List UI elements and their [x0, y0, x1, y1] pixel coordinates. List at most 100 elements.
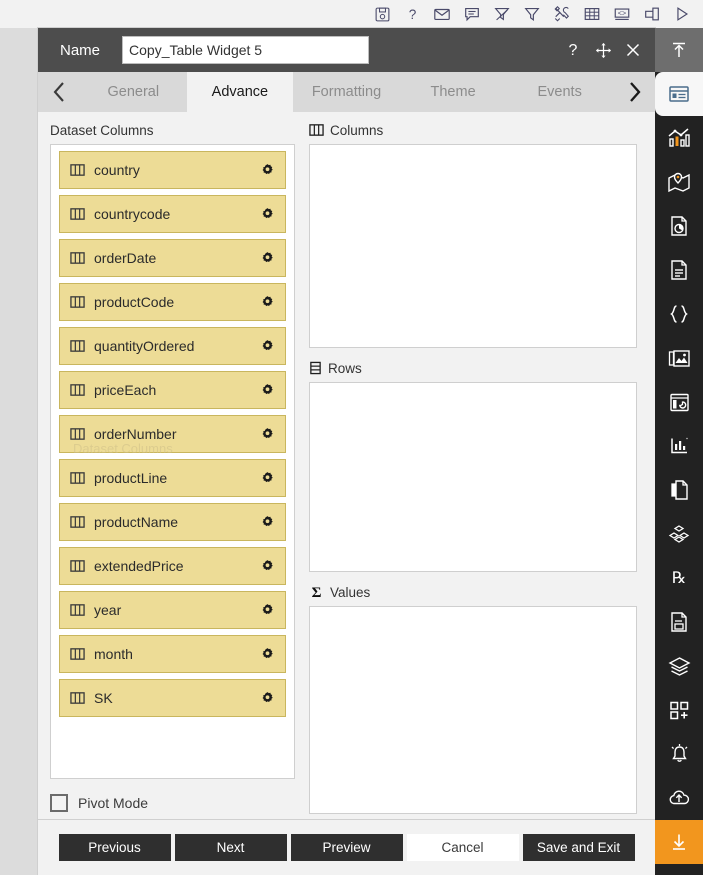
- tab-scroll-right-button[interactable]: [613, 72, 655, 112]
- tab-theme[interactable]: Theme: [400, 72, 507, 112]
- column-icon: [70, 471, 85, 485]
- widget-name-input[interactable]: [122, 36, 370, 64]
- map-icon[interactable]: [655, 160, 703, 204]
- values-zone-title: Σ Values: [309, 584, 637, 602]
- dataset-column-label: orderNumber: [94, 426, 177, 442]
- cloud-upload-icon[interactable]: [655, 776, 703, 820]
- previous-button[interactable]: Previous: [58, 834, 171, 861]
- tab-label: General: [107, 84, 160, 100]
- tab-label: Advance: [211, 84, 269, 100]
- chart-icon[interactable]: [655, 116, 703, 160]
- preview-button[interactable]: Preview: [290, 834, 403, 861]
- gear-icon[interactable]: [260, 427, 275, 442]
- gear-icon[interactable]: [260, 207, 275, 222]
- column-icon: [70, 207, 85, 221]
- section-label: Dataset Columns: [50, 123, 154, 139]
- dataset-column-item[interactable]: productName: [59, 503, 286, 541]
- gear-icon[interactable]: [260, 339, 275, 354]
- file-save-icon[interactable]: [655, 600, 703, 644]
- copy-page-icon[interactable]: [655, 468, 703, 512]
- tab-advance[interactable]: Advance: [186, 72, 294, 112]
- tab-events[interactable]: Events: [506, 72, 613, 112]
- mail-icon[interactable]: [427, 1, 457, 27]
- move-icon[interactable]: [593, 39, 613, 61]
- columns-icon: [309, 123, 324, 140]
- dataset-column-item[interactable]: country: [59, 151, 286, 189]
- help-icon[interactable]: ?: [397, 1, 427, 27]
- analytics-icon[interactable]: [655, 424, 703, 468]
- gear-icon[interactable]: [260, 251, 275, 266]
- save-icon[interactable]: [367, 1, 397, 27]
- grid-icon[interactable]: [577, 1, 607, 27]
- gear-icon[interactable]: [260, 515, 275, 530]
- rx-icon[interactable]: ℞: [655, 556, 703, 600]
- comment-icon[interactable]: [457, 1, 487, 27]
- dataset-columns-list[interactable]: country countrycode orderDate productCode qu…: [50, 144, 295, 779]
- save-and-exit-button[interactable]: Save and Exit: [522, 834, 635, 861]
- gear-icon[interactable]: [260, 647, 275, 662]
- widget-panel-icon[interactable]: [655, 72, 703, 116]
- sigma-icon: Σ: [309, 584, 324, 602]
- tools-icon[interactable]: [547, 1, 577, 27]
- collapse-up-icon[interactable]: [655, 28, 703, 72]
- tab-label: Theme: [430, 84, 476, 100]
- filter-icon[interactable]: [517, 1, 547, 27]
- dataset-column-item[interactable]: orderNumber: [59, 415, 286, 453]
- gear-icon[interactable]: [260, 383, 275, 398]
- gear-icon[interactable]: [260, 691, 275, 706]
- columns-drop-zone[interactable]: [309, 144, 637, 348]
- dataset-column-item[interactable]: quantityOrdered: [59, 327, 286, 365]
- rows-icon: [309, 361, 322, 378]
- dataset-column-item[interactable]: year: [59, 591, 286, 629]
- add-widget-icon[interactable]: [655, 688, 703, 732]
- gear-icon[interactable]: [260, 559, 275, 574]
- dataset-column-item[interactable]: priceEach: [59, 371, 286, 409]
- column-icon: [70, 427, 85, 441]
- dataset-column-item[interactable]: extendedPrice: [59, 547, 286, 585]
- tab-scroll-left-button[interactable]: [38, 72, 80, 112]
- tab-bar: General Advance Formatting Theme Events: [38, 72, 655, 112]
- top-toolbar: ? <>: [0, 0, 703, 28]
- images-icon[interactable]: [655, 336, 703, 380]
- tab-formatting[interactable]: Formatting: [293, 72, 400, 112]
- alert-bell-icon[interactable]: [655, 732, 703, 776]
- dataset-column-item[interactable]: countrycode: [59, 195, 286, 233]
- pivot-mode-checkbox[interactable]: [50, 794, 68, 812]
- pivot-mode-row: Pivot Mode: [50, 779, 295, 819]
- report-pie-icon[interactable]: [655, 204, 703, 248]
- values-drop-zone[interactable]: [309, 606, 637, 814]
- cubes-icon[interactable]: [655, 512, 703, 556]
- layers-icon[interactable]: [655, 644, 703, 688]
- document-icon[interactable]: [655, 248, 703, 292]
- tab-general[interactable]: General: [80, 72, 187, 112]
- next-button[interactable]: Next: [174, 834, 287, 861]
- cancel-button[interactable]: Cancel: [406, 834, 519, 861]
- clear-filter-icon[interactable]: [487, 1, 517, 27]
- help-icon[interactable]: ?: [563, 39, 583, 61]
- gear-icon[interactable]: [260, 163, 275, 178]
- svg-text:Σ: Σ: [312, 585, 322, 599]
- gear-icon[interactable]: [260, 603, 275, 618]
- duplicate-icon[interactable]: [637, 1, 667, 27]
- dataset-column-label: year: [94, 602, 122, 618]
- dataset-column-item[interactable]: productLine: [59, 459, 286, 497]
- section-label: Values: [330, 585, 371, 601]
- close-icon[interactable]: [623, 39, 643, 61]
- dataset-column-item[interactable]: month: [59, 635, 286, 673]
- dataset-column-label: extendedPrice: [94, 558, 184, 574]
- dataset-columns-title: Dataset Columns: [50, 122, 295, 140]
- dataset-column-item[interactable]: orderDate: [59, 239, 286, 277]
- tab-label: Events: [537, 84, 582, 100]
- column-icon: [70, 339, 85, 353]
- rows-drop-zone[interactable]: [309, 382, 637, 572]
- gear-icon[interactable]: [260, 295, 275, 310]
- code-icon[interactable]: <>: [607, 1, 637, 27]
- dashboard-card-icon[interactable]: [655, 380, 703, 424]
- dataset-column-item[interactable]: SK: [59, 679, 286, 717]
- run-icon[interactable]: [667, 1, 697, 27]
- download-icon[interactable]: [655, 820, 703, 864]
- pivot-zones-panel: Columns Rows Σ Values: [309, 122, 639, 819]
- braces-icon[interactable]: [655, 292, 703, 336]
- dataset-column-item[interactable]: productCode: [59, 283, 286, 321]
- gear-icon[interactable]: [260, 471, 275, 486]
